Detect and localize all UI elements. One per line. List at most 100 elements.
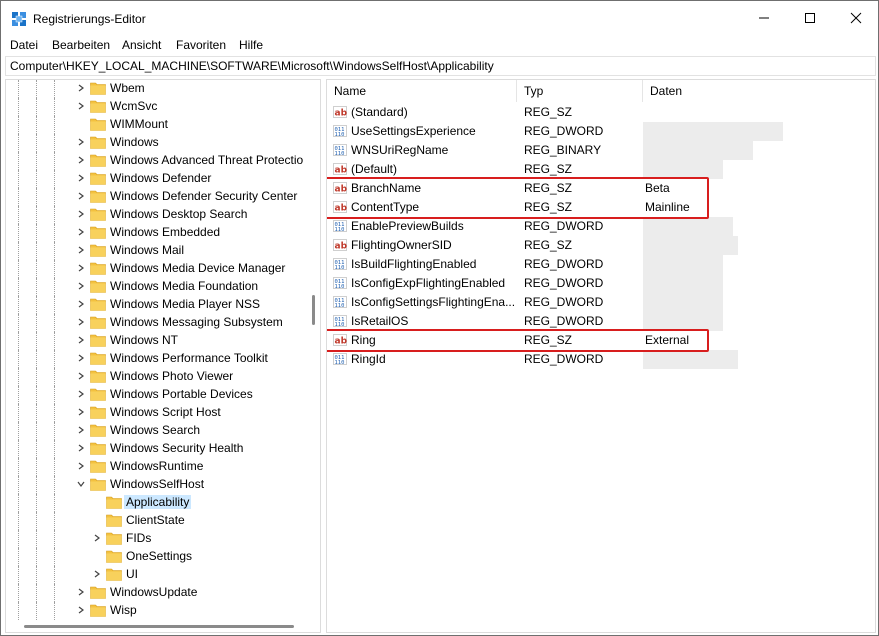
chevron-right-icon[interactable] bbox=[76, 443, 86, 453]
tree-item[interactable]: WIMMount bbox=[6, 116, 306, 134]
tree-guide-line bbox=[36, 422, 37, 440]
svg-text:110: 110 bbox=[335, 132, 345, 138]
menu-datei[interactable]: Datei bbox=[10, 38, 38, 52]
tree-item[interactable]: Windows Search bbox=[6, 422, 306, 440]
menu-ansicht[interactable]: Ansicht bbox=[122, 38, 161, 52]
chevron-right-icon[interactable] bbox=[76, 227, 86, 237]
tree-guide-line bbox=[36, 476, 37, 494]
chevron-right-icon[interactable] bbox=[76, 407, 86, 417]
chevron-right-icon[interactable] bbox=[76, 299, 86, 309]
tree-item[interactable]: ClientState bbox=[6, 512, 306, 530]
tree-guide-line bbox=[54, 314, 55, 332]
tree-item[interactable]: Windows Desktop Search bbox=[6, 206, 306, 224]
tree-guide-line bbox=[36, 116, 37, 134]
tree-item[interactable]: Windows Messaging Subsystem bbox=[6, 314, 306, 332]
value-row[interactable]: 011 110 IsConfigExpFlightingEnabled REG_DWO… bbox=[327, 274, 875, 293]
redacted-data bbox=[643, 236, 738, 255]
folder-icon bbox=[90, 604, 106, 617]
key-tree-pane[interactable]: Wisp WindowsUpdate UI OneSettings FIDs Client… bbox=[5, 79, 321, 633]
minimize-button[interactable] bbox=[741, 1, 787, 35]
chevron-right-icon[interactable] bbox=[92, 569, 102, 579]
chevron-right-icon[interactable] bbox=[76, 335, 86, 345]
tree-item[interactable]: WindowsSelfHost bbox=[6, 476, 306, 494]
title-bar[interactable]: Registrierungs-Editor bbox=[1, 1, 878, 35]
chevron-right-icon[interactable] bbox=[76, 281, 86, 291]
tree-item[interactable]: Windows NT bbox=[6, 332, 306, 350]
tree-item[interactable]: Windows Advanced Threat Protectio bbox=[6, 152, 306, 170]
chevron-right-icon[interactable] bbox=[76, 155, 86, 165]
tree-item[interactable]: Windows Media Device Manager bbox=[6, 260, 306, 278]
tree-item[interactable]: Windows Defender bbox=[6, 170, 306, 188]
value-name: EnablePreviewBuilds bbox=[351, 219, 464, 233]
menu-favoriten[interactable]: Favoriten bbox=[176, 38, 226, 52]
tree-item[interactable]: OneSettings bbox=[6, 548, 306, 566]
close-button[interactable] bbox=[833, 1, 879, 35]
chevron-right-icon[interactable] bbox=[92, 533, 102, 543]
column-header-name[interactable]: Name bbox=[327, 80, 517, 102]
folder-icon bbox=[106, 532, 122, 545]
chevron-down-icon[interactable] bbox=[76, 479, 86, 489]
tree-item[interactable]: Windows Media Foundation bbox=[6, 278, 306, 296]
tree-item[interactable]: Windows Security Health bbox=[6, 440, 306, 458]
menu-hilfe[interactable]: Hilfe bbox=[239, 38, 263, 52]
value-row[interactable]: ab FlightingOwnerSID REG_SZ bbox=[327, 236, 875, 255]
tree-item[interactable]: Windows Photo Viewer bbox=[6, 368, 306, 386]
tree-item[interactable]: WindowsUpdate bbox=[6, 584, 306, 602]
tree-item[interactable]: Windows Embedded bbox=[6, 224, 306, 242]
tree-guide-line bbox=[54, 224, 55, 242]
tree-item[interactable]: Applicability bbox=[6, 494, 306, 512]
tree-item[interactable]: Windows Mail bbox=[6, 242, 306, 260]
tree-item[interactable]: WindowsRuntime bbox=[6, 458, 306, 476]
chevron-right-icon[interactable] bbox=[76, 101, 86, 111]
chevron-right-icon[interactable] bbox=[76, 173, 86, 183]
maximize-button[interactable] bbox=[787, 1, 833, 35]
tree-item[interactable]: WcmSvc bbox=[6, 98, 306, 116]
chevron-right-icon[interactable] bbox=[76, 461, 86, 471]
value-row[interactable]: 011 110 IsBuildFlightingEnabled REG_DWORD bbox=[327, 255, 875, 274]
tree-item[interactable]: Windows Script Host bbox=[6, 404, 306, 422]
tree-guide-line bbox=[18, 476, 19, 494]
chevron-right-icon[interactable] bbox=[76, 425, 86, 435]
folder-icon bbox=[90, 136, 106, 149]
values-list-pane[interactable]: Name Typ Daten ab (Standard) REG_SZ 011 110 U… bbox=[326, 79, 876, 633]
tree-horizontal-scrollbar[interactable] bbox=[24, 625, 294, 628]
value-row[interactable]: 011 110 UseSettingsExperience REG_DWORD bbox=[327, 122, 875, 141]
redacted-data bbox=[643, 255, 723, 274]
chevron-right-icon[interactable] bbox=[76, 317, 86, 327]
tree-item[interactable]: FIDs bbox=[6, 530, 306, 548]
tree-guide-line bbox=[54, 98, 55, 116]
tree-guide-line bbox=[54, 296, 55, 314]
chevron-right-icon[interactable] bbox=[76, 83, 86, 93]
tree-item[interactable]: Windows bbox=[6, 134, 306, 152]
menu-bearbeiten[interactable]: Bearbeiten bbox=[52, 38, 110, 52]
address-bar[interactable]: Computer\HKEY_LOCAL_MACHINE\SOFTWARE\Mic… bbox=[5, 56, 876, 76]
tree-item[interactable]: Windows Performance Toolkit bbox=[6, 350, 306, 368]
tree-vertical-scrollbar[interactable] bbox=[312, 295, 315, 325]
value-row[interactable]: 011 110 EnablePreviewBuilds REG_DWORD bbox=[327, 217, 875, 236]
redacted-data bbox=[643, 217, 733, 236]
chevron-right-icon[interactable] bbox=[76, 263, 86, 273]
chevron-right-icon[interactable] bbox=[76, 191, 86, 201]
value-row[interactable]: 011 110 IsConfigSettingsFlightingEna... REG… bbox=[327, 293, 875, 312]
value-row[interactable]: ab (Standard) REG_SZ bbox=[327, 103, 875, 122]
column-header-type[interactable]: Typ bbox=[517, 80, 643, 102]
chevron-right-icon[interactable] bbox=[76, 389, 86, 399]
chevron-right-icon[interactable] bbox=[76, 245, 86, 255]
value-row[interactable]: 011 110 RingId REG_DWORD bbox=[327, 350, 875, 369]
chevron-right-icon[interactable] bbox=[76, 137, 86, 147]
value-row[interactable]: 011 110 WNSUriRegName REG_BINARY bbox=[327, 141, 875, 160]
tree-item[interactable]: Windows Defender Security Center bbox=[6, 188, 306, 206]
chevron-right-icon[interactable] bbox=[76, 605, 86, 615]
chevron-right-icon[interactable] bbox=[76, 209, 86, 219]
tree-item[interactable]: Wisp bbox=[6, 602, 306, 620]
tree-item[interactable]: UI bbox=[6, 566, 306, 584]
tree-item[interactable]: Windows Portable Devices bbox=[6, 386, 306, 404]
column-header-data[interactable]: Daten bbox=[643, 80, 875, 102]
chevron-right-icon[interactable] bbox=[76, 353, 86, 363]
svg-text:110: 110 bbox=[335, 360, 345, 366]
tree-guide-line bbox=[18, 224, 19, 242]
tree-item[interactable]: Windows Media Player NSS bbox=[6, 296, 306, 314]
tree-item[interactable]: Wbem bbox=[6, 80, 306, 98]
chevron-right-icon[interactable] bbox=[76, 371, 86, 381]
chevron-right-icon[interactable] bbox=[76, 587, 86, 597]
